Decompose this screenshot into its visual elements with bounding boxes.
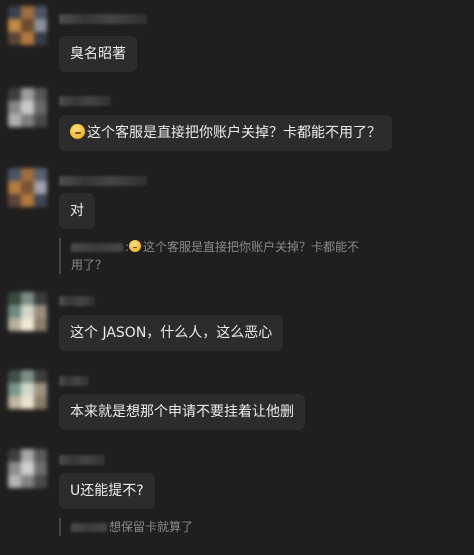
quote-text: 这个客服是直接把你账户关掉？卡都能不 (143, 240, 360, 254)
face-with-hand-over-mouth-icon (129, 240, 142, 252)
sender-name (59, 96, 111, 106)
sender-name (59, 14, 147, 24)
message-bubble[interactable]: 这个 JASON，什么人，这么恶心 (59, 315, 284, 351)
face-with-hand-over-mouth-icon (70, 124, 85, 139)
message-bubble[interactable]: 这个客服是直接把你账户关掉？卡都能不用了？ (59, 115, 392, 151)
message-bubble[interactable]: 对 (59, 193, 95, 229)
avatar[interactable] (8, 292, 48, 332)
avatar[interactable] (8, 449, 48, 489)
quote-line-2: 用了？ (71, 258, 108, 272)
message-bubble[interactable]: 臭名昭著 (59, 36, 137, 72)
sender-name (59, 376, 89, 386)
avatar[interactable] (8, 88, 48, 128)
message-bubble[interactable]: 本来就是想那个申请不要挂着让他删 (59, 394, 305, 430)
avatar[interactable] (8, 370, 48, 410)
message-bubble[interactable]: U还能提不? (59, 473, 155, 509)
quoted-sender-name (71, 523, 107, 532)
quoted-reply[interactable]: : 这个客服是直接把你账户关掉？卡都能不 用了？ (59, 238, 359, 274)
quoted-reply[interactable]: 想保留卡就算了 (59, 518, 193, 536)
sender-name (59, 176, 147, 186)
avatar[interactable] (8, 6, 48, 46)
quoted-sender-name (71, 243, 123, 252)
sender-name (59, 296, 95, 306)
avatar[interactable] (8, 168, 48, 208)
message-text: 这个客服是直接把你账户关掉？卡都能不用了？ (87, 125, 381, 141)
sender-name (59, 455, 105, 465)
quote-line-1: : 这个客服是直接把你账户关掉？卡都能不 (71, 238, 359, 256)
quote-text: 想保留卡就算了 (109, 520, 194, 534)
